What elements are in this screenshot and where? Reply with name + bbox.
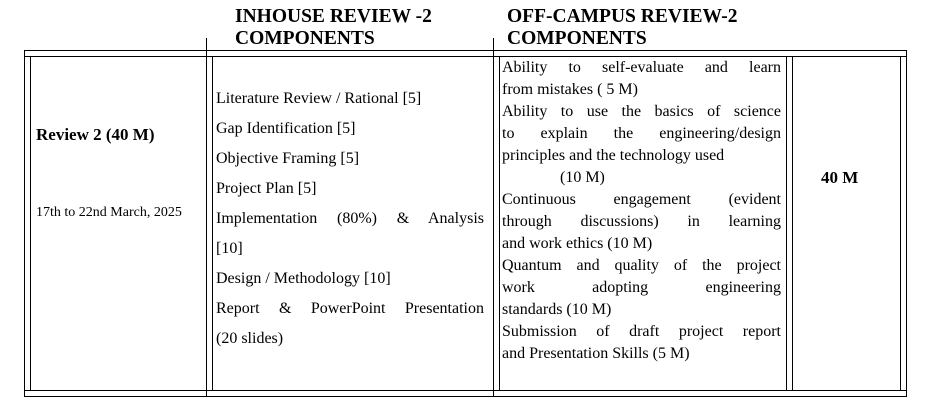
total-marks: 40 M	[821, 168, 859, 187]
header-separator-mid	[493, 38, 494, 50]
inhouse-line: Project Plan [5]	[216, 180, 317, 197]
header-separator-left	[206, 38, 207, 50]
offcampus-line: Ability to self-evaluate and learn	[502, 59, 781, 76]
col-border-3a	[786, 56, 787, 391]
inhouse-line: Design / Methodology [10]	[216, 270, 391, 287]
offcampus-components: Ability to self-evaluate and learn from …	[502, 57, 781, 365]
offcampus-line: Ability to use the basics of science	[502, 103, 781, 120]
offcampus-line: and Presentation Skills (5 M)	[502, 345, 690, 362]
offcampus-header-line1: OFF-CAMPUS REVIEW-2	[507, 6, 738, 27]
inhouse-line: Literature Review / Rational [5]	[216, 90, 422, 107]
inhouse-header-line1: INHOUSE REVIEW -2	[235, 6, 432, 27]
offcampus-header: OFF-CAMPUS REVIEW-2 COMPONENTS	[507, 6, 738, 50]
col-border-1a	[206, 50, 207, 397]
table-bottom-border-2	[24, 396, 907, 397]
col-border-4b	[906, 50, 907, 397]
review-dates: 17th to 22nd March, 2025	[36, 205, 182, 220]
offcampus-header-line2: COMPONENTS	[507, 28, 647, 49]
review-title: Review 2 (40 M)	[36, 125, 155, 144]
offcampus-line: standards (10 M)	[502, 301, 612, 318]
offcampus-line: through discussions) in learning	[502, 213, 781, 230]
inhouse-line: Gap Identification [5]	[216, 120, 356, 137]
table-bottom-border-1	[24, 390, 907, 391]
inhouse-line: Objective Framing [5]	[216, 150, 360, 167]
inhouse-components: Literature Review / Rational [5] Gap Ide…	[216, 84, 484, 354]
inhouse-header: INHOUSE REVIEW -2 COMPONENTS	[235, 6, 432, 50]
inhouse-line: [10]	[216, 240, 243, 257]
table-top-border-1	[24, 50, 907, 51]
col-border-0a	[24, 50, 25, 397]
offcampus-line: to explain the engineering/design	[502, 125, 781, 142]
offcampus-line: Submission of draft project report	[502, 323, 781, 340]
offcampus-line: Continuous engagement (evident	[502, 191, 781, 208]
offcampus-line: (10 M)	[560, 169, 605, 186]
inhouse-line: Report & PowerPoint Presentation	[216, 300, 484, 317]
inhouse-line: Implementation (80%) & Analysis	[216, 210, 484, 227]
col-border-2a	[493, 50, 494, 397]
col-border-0b	[30, 56, 31, 391]
col-border-1b	[212, 56, 213, 391]
inhouse-line: (20 slides)	[216, 330, 284, 347]
offcampus-line: Quantum and quality of the project	[502, 257, 781, 274]
offcampus-line: work adopting engineering	[502, 279, 781, 296]
inhouse-header-line2: COMPONENTS	[235, 28, 375, 49]
col-border-4a	[900, 56, 901, 391]
offcampus-line: from mistakes ( 5 M)	[502, 81, 638, 98]
col-border-2b	[499, 56, 500, 391]
offcampus-line: principles and the technology used	[502, 147, 725, 164]
offcampus-line: and work ethics (10 M)	[502, 235, 653, 252]
col-border-3b	[792, 56, 793, 391]
